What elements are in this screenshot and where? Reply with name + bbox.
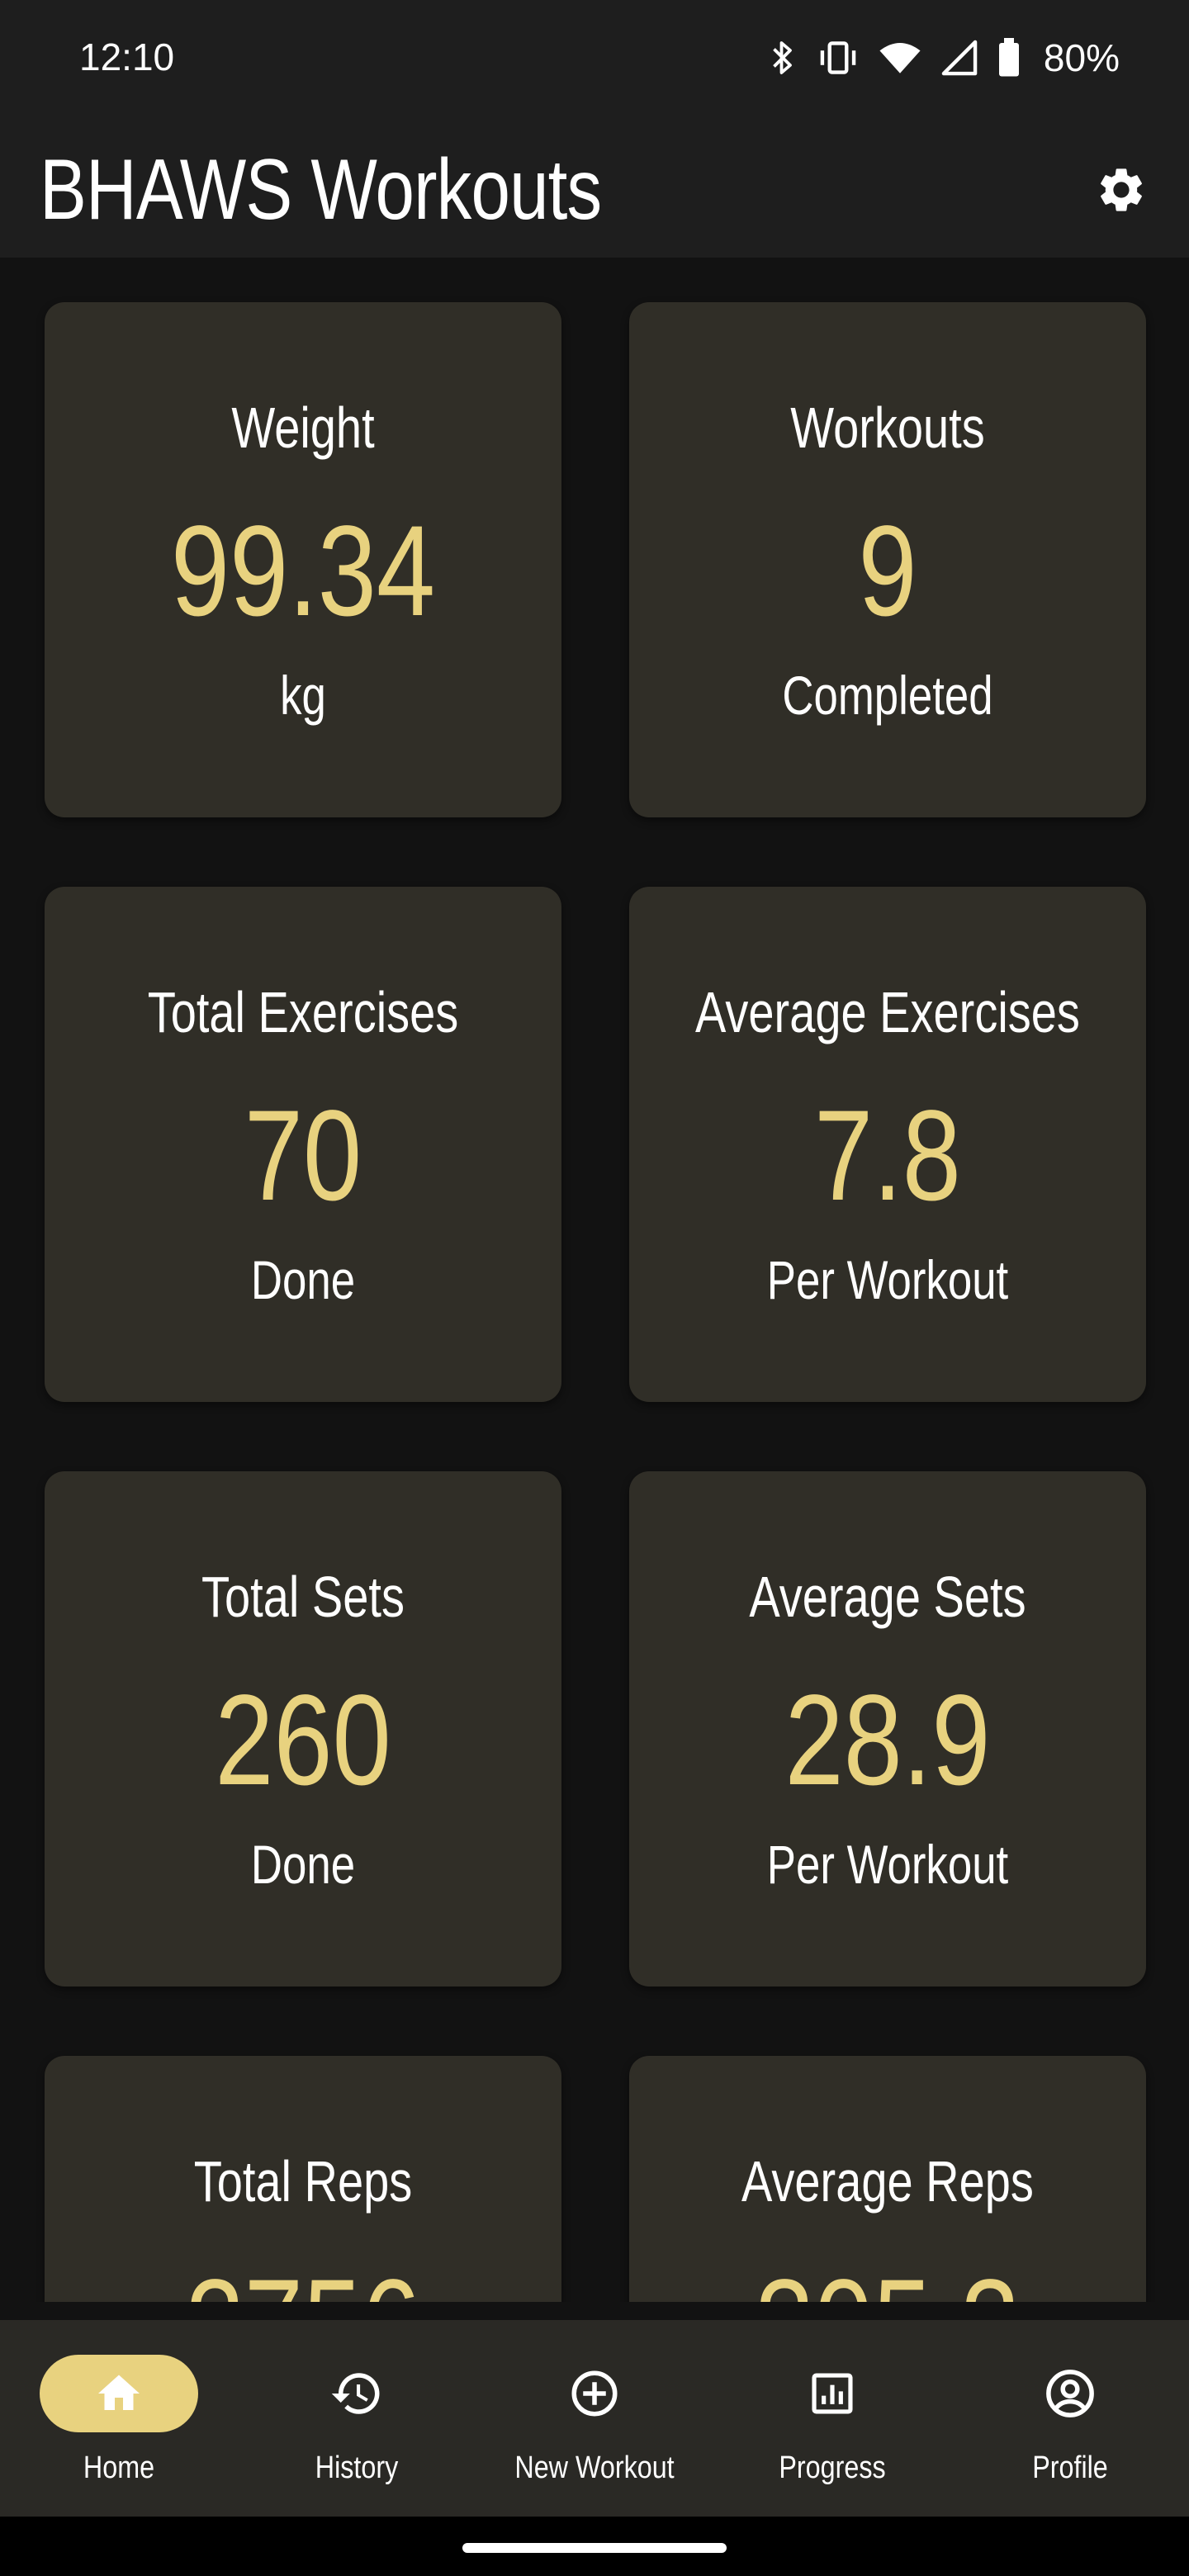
stat-value: 28.9 xyxy=(784,1669,991,1812)
stat-value: 305.3 xyxy=(675,2261,1099,2302)
stat-title: Weight xyxy=(231,395,375,460)
nav-item-new-workout[interactable]: New Workout xyxy=(476,2320,713,2517)
stat-card-total-sets: Total Sets 260 Done xyxy=(45,1471,561,1986)
stat-title: Average Exercises xyxy=(695,980,1080,1044)
stat-card-average-exercises: Average Exercises 7.8 Per Workout xyxy=(629,887,1146,1402)
stat-title: Average Reps xyxy=(741,2149,1034,2214)
home-icon xyxy=(98,2375,140,2410)
nav-item-profile[interactable]: Profile xyxy=(951,2320,1189,2517)
home-gesture-handle[interactable] xyxy=(462,2543,727,2553)
nav-label: New Workout xyxy=(514,2451,675,2485)
stat-card-average-sets: Average Sets 28.9 Per Workout xyxy=(629,1471,1146,1986)
nav-icon-container xyxy=(277,2355,436,2432)
stat-value: 9 xyxy=(858,500,917,643)
nav-label: Home xyxy=(83,2451,155,2485)
nav-label: Progress xyxy=(779,2451,886,2485)
nav-item-history[interactable]: History xyxy=(238,2320,476,2517)
stat-title: Average Sets xyxy=(749,1565,1026,1629)
gear-icon xyxy=(1101,168,1142,211)
status-time: 12:10 xyxy=(79,36,175,78)
stat-value: 260 xyxy=(215,1669,391,1812)
signal-icon xyxy=(941,40,978,76)
stat-unit: kg xyxy=(280,665,326,726)
gesture-bar xyxy=(0,2517,1189,2576)
nav-icon-container xyxy=(753,2355,912,2432)
app-bar: BHAWS Workouts xyxy=(0,124,1189,258)
stat-title: Total Exercises xyxy=(147,980,459,1044)
stat-unit: Per Workout xyxy=(766,1249,1009,1310)
stat-unit: Done xyxy=(250,1834,356,1895)
stat-unit: Done xyxy=(250,1249,356,1310)
history-icon xyxy=(331,2373,380,2414)
wifi-icon xyxy=(879,42,921,73)
stat-card-total-exercises: Total Exercises 70 Done xyxy=(45,887,561,1402)
stat-unit: Per Workout xyxy=(766,1834,1009,1895)
status-icons: 80% xyxy=(768,35,1120,81)
stat-card-total-reps: Total Reps 2756 xyxy=(45,2056,561,2302)
battery-icon xyxy=(998,38,1019,77)
status-bar: 12:10 80% xyxy=(0,0,1189,124)
nav-item-home[interactable]: Home xyxy=(0,2320,238,2517)
stat-value: 2756 xyxy=(91,2261,514,2302)
stat-card-workouts: Workouts 9 Completed xyxy=(629,302,1146,817)
stat-unit: Completed xyxy=(782,665,993,726)
stat-card-average-reps: Average Reps 305.3 xyxy=(629,2056,1146,2302)
stat-title: Total Reps xyxy=(193,2149,413,2214)
settings-button[interactable] xyxy=(1088,157,1154,223)
nav-icon-container xyxy=(991,2355,1149,2432)
bluetooth-icon xyxy=(773,41,792,74)
stat-value: 7.8 xyxy=(814,1084,961,1228)
stat-value: 99.34 xyxy=(170,500,436,643)
bottom-navigation: Home History New Workout Progress Profil… xyxy=(0,2320,1189,2517)
nav-icon-container xyxy=(515,2355,674,2432)
stat-value: 70 xyxy=(244,1084,362,1228)
nav-active-indicator xyxy=(40,2355,198,2432)
profile-icon xyxy=(1046,2370,1094,2417)
stat-title: Total Sets xyxy=(201,1565,405,1629)
nav-label: Profile xyxy=(1032,2451,1108,2485)
chart-icon xyxy=(812,2373,853,2414)
stat-card-weight: Weight 99.34 kg xyxy=(45,302,561,817)
battery-percentage: 80% xyxy=(1043,36,1120,79)
stats-grid: Weight 99.34 kg Workouts 9 Completed Tot… xyxy=(0,258,1189,2302)
vibrate-icon xyxy=(820,41,856,74)
page-title: BHAWS Workouts xyxy=(40,142,602,238)
add-circle-icon xyxy=(571,2370,618,2417)
stat-title: Workouts xyxy=(790,395,985,460)
nav-label: History xyxy=(315,2451,399,2485)
nav-item-progress[interactable]: Progress xyxy=(713,2320,951,2517)
